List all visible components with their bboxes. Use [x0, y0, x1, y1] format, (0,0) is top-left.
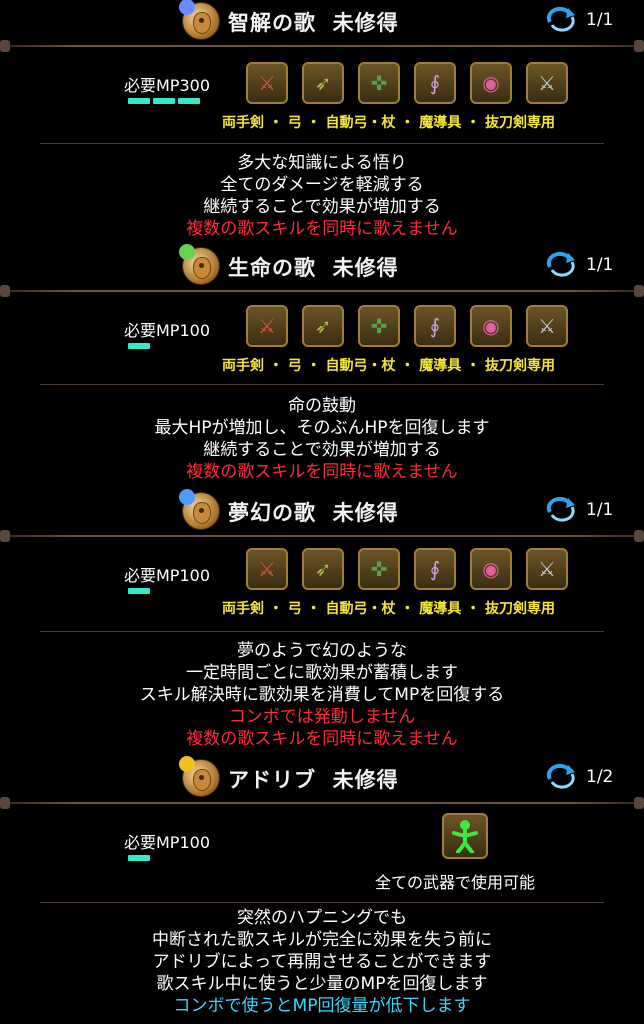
mp-bars [128, 98, 200, 104]
bow-icon: ➶ [302, 62, 344, 104]
skill-title-row[interactable]: 智解の歌 未修得 1/1 [0, 0, 644, 40]
staff-icon: ∮ [414, 62, 456, 104]
katana-icon: ⚔ [526, 305, 568, 347]
staff-icon: ∮ [414, 305, 456, 347]
song-skill-icon [179, 756, 220, 797]
crossbow-icon: ✜ [358, 62, 400, 104]
skill-level: 1/1 [586, 500, 614, 520]
crossbow-icon: ✜ [358, 305, 400, 347]
divider [0, 797, 644, 809]
two-handed-sword-icon: ⚔ [246, 305, 288, 347]
weapon-list: 両手剣 ・ 弓 ・ 自動弓・杖 ・ 魔導具 ・ 抜刀剣専用 [222, 601, 555, 617]
all-weapons-icon [442, 813, 488, 859]
weapon-list: 両手剣 ・ 弓 ・ 自動弓・杖 ・ 魔導具 ・ 抜刀剣専用 [222, 358, 555, 374]
skill-description: 多大な知識による悟り 全てのダメージを軽減する 継続することで効果が増加する 複… [186, 153, 458, 239]
magic-device-icon: ◉ [470, 548, 512, 590]
cycle-arrow-icon[interactable] [546, 6, 576, 32]
cycle-arrow-icon[interactable] [546, 496, 576, 522]
skill-description: 夢のようで幻のような 一定時間ごとに歌効果が蓄積します スキル解決時に歌効果を消… [139, 641, 505, 749]
weapon-list: 両手剣 ・ 弓 ・ 自動弓・杖 ・ 魔導具 ・ 抜刀剣専用 [222, 115, 555, 131]
skill-description: 命の鼓動 最大HPが増加し、そのぶんHPを回復します 継続することで効果が増加す… [154, 396, 490, 482]
katana-icon: ⚔ [526, 548, 568, 590]
mp-bars [128, 343, 150, 349]
divider [0, 626, 644, 638]
cycle-arrow-icon[interactable] [546, 763, 576, 789]
skill-title: 夢幻の歌 未修得 [228, 501, 399, 525]
divider [0, 530, 644, 542]
weapon-icons: ⚔ ➶ ✜ ∮ ◉ ⚔ [246, 62, 568, 104]
two-handed-sword-icon: ⚔ [246, 548, 288, 590]
magic-device-icon: ◉ [470, 305, 512, 347]
mp-requirement: 必要MP100 [124, 321, 210, 340]
divider [0, 379, 644, 391]
staff-icon: ∮ [414, 548, 456, 590]
divider [0, 138, 644, 150]
skill-title: 智解の歌 未修得 [228, 11, 399, 35]
weapon-restriction: 全ての武器で使用可能 [375, 873, 536, 892]
skill-level: 1/1 [586, 255, 614, 275]
bow-icon: ➶ [302, 305, 344, 347]
magic-device-icon: ◉ [470, 62, 512, 104]
skill-title-row[interactable]: アドリブ 未修得 1/2 [0, 756, 644, 797]
crossbow-icon: ✜ [358, 548, 400, 590]
mp-bars [128, 588, 150, 594]
mp-requirement: 必要MP300 [124, 76, 210, 95]
skill-title-row[interactable]: 夢幻の歌 未修得 1/1 [0, 489, 644, 530]
skill-title: アドリブ 未修得 [228, 768, 399, 792]
bow-icon: ➶ [302, 548, 344, 590]
skill-description: 突然のハプニングでも 中断された歌スキルが完全に効果を失う前に アドリブによって… [152, 908, 492, 1016]
mp-requirement: 必要MP100 [124, 566, 210, 585]
mp-requirement: 必要MP100 [124, 833, 210, 852]
divider [0, 285, 644, 297]
katana-icon: ⚔ [526, 62, 568, 104]
weapon-icons: ⚔ ➶ ✜ ∮ ◉ ⚔ [246, 548, 568, 590]
mp-bars [128, 855, 150, 861]
song-skill-icon [179, 0, 220, 40]
song-skill-icon [179, 489, 220, 530]
skill-level: 1/2 [586, 767, 614, 787]
stick-figure-icon [452, 820, 478, 853]
two-handed-sword-icon: ⚔ [246, 62, 288, 104]
song-skill-icon [179, 244, 220, 285]
cycle-arrow-icon[interactable] [546, 251, 576, 277]
skill-level: 1/1 [586, 10, 614, 30]
skill-title: 生命の歌 未修得 [228, 256, 399, 280]
divider [0, 40, 644, 52]
weapon-icons: ⚔ ➶ ✜ ∮ ◉ ⚔ [246, 305, 568, 347]
skill-title-row[interactable]: 生命の歌 未修得 1/1 [0, 244, 644, 285]
